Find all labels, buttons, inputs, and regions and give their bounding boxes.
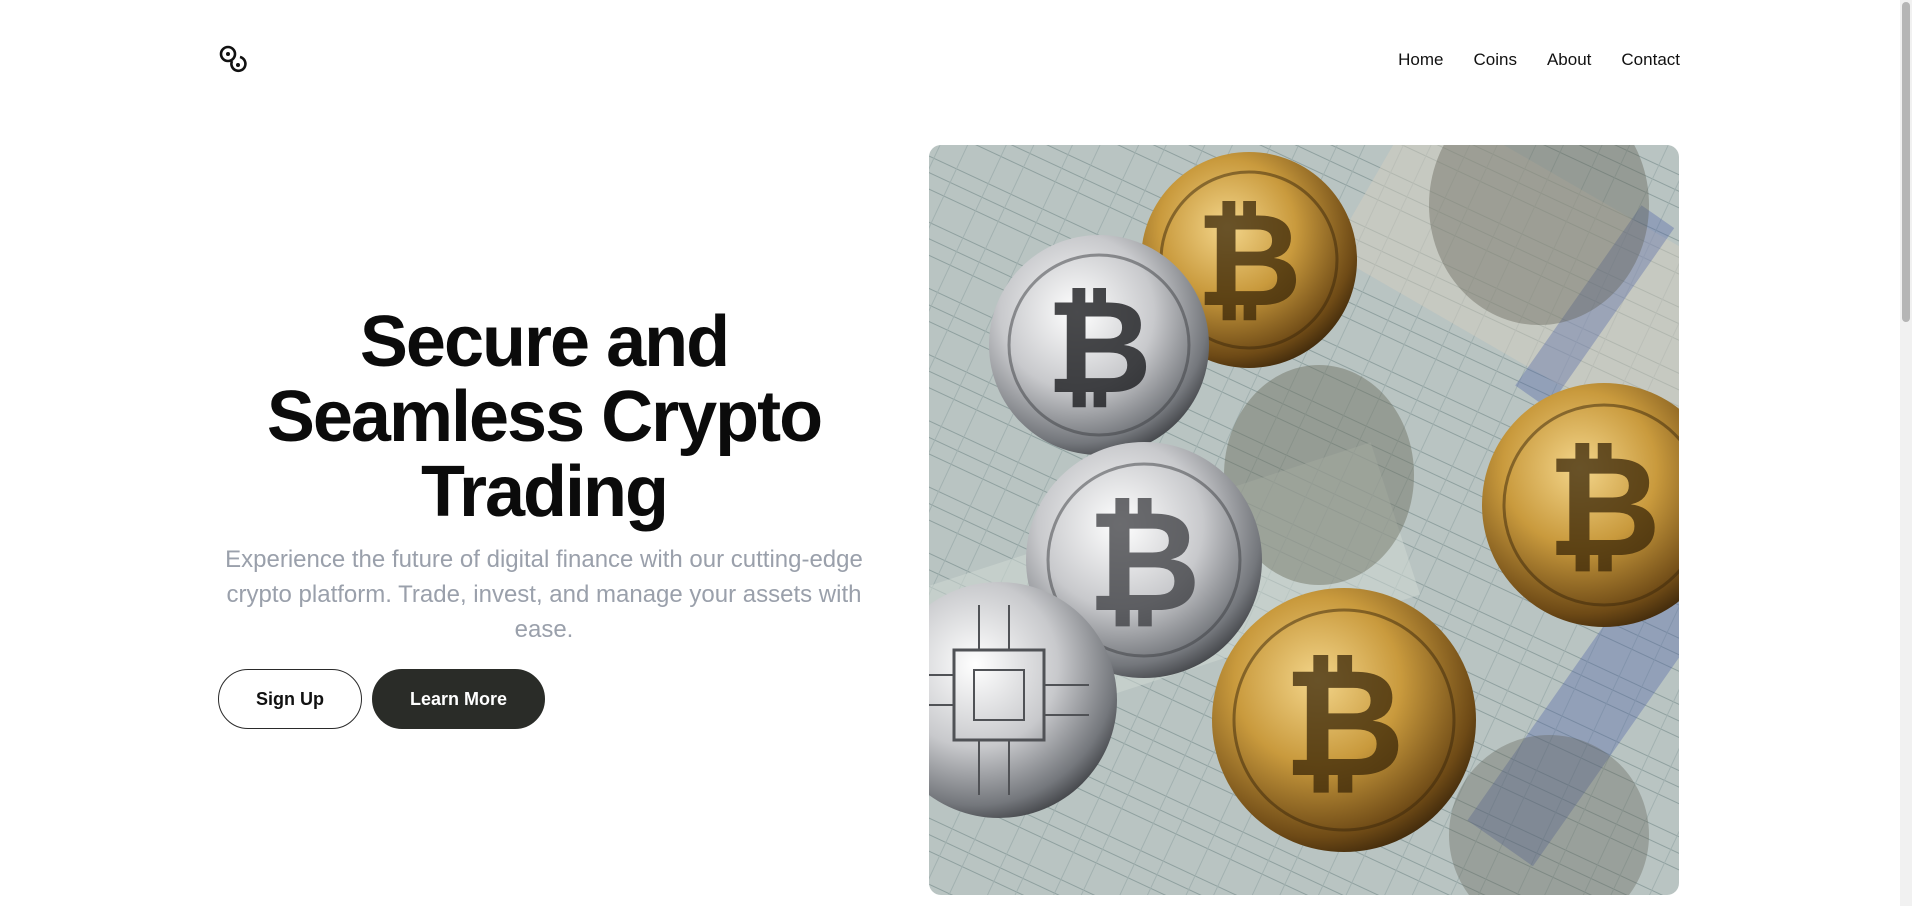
coins-logo-icon: [219, 45, 247, 73]
svg-text:₿: ₿: [1087, 481, 1201, 644]
hero-actions: Sign Up Learn More: [218, 669, 545, 729]
hero-title-line-2: Seamless Crypto: [266, 377, 823, 457]
svg-text:₿: ₿: [1283, 637, 1405, 811]
nav-link-home[interactable]: Home: [1398, 50, 1443, 70]
svg-text:₿: ₿: [1046, 271, 1152, 423]
bitcoin-coins-photo: ₿ ₿ ₿ ₿ ₿: [929, 145, 1679, 895]
hero-title-line-1: Secure and: [359, 302, 730, 382]
svg-text:₿: ₿: [1547, 426, 1661, 589]
gold-coin-bottom: ₿: [1212, 588, 1476, 852]
hero-subtitle: Experience the future of digital finance…: [225, 546, 863, 643]
landing-page: Home Coins About Contact Secure and Seam…: [0, 0, 1912, 906]
site-header: Home Coins About Contact: [218, 40, 1680, 80]
silver-coin-top-left: ₿: [989, 235, 1209, 455]
nav-link-contact[interactable]: Contact: [1621, 50, 1680, 70]
hero-image: ₿ ₿ ₿ ₿ ₿: [929, 145, 1679, 895]
page-scrollbar[interactable]: [1900, 0, 1912, 906]
main-nav: Home Coins About Contact: [1398, 50, 1680, 70]
nav-link-about[interactable]: About: [1547, 50, 1591, 70]
hero-text: Secure and Seamless Crypto Trading Exper…: [218, 305, 870, 647]
nav-link-coins[interactable]: Coins: [1474, 50, 1517, 70]
sign-up-button[interactable]: Sign Up: [218, 669, 362, 729]
hero-title-line-3: Trading: [420, 452, 669, 532]
scrollbar-thumb[interactable]: [1902, 2, 1910, 322]
logo-link[interactable]: [218, 44, 248, 76]
hero-title: Secure and Seamless Crypto Trading: [218, 305, 870, 530]
svg-text:₿: ₿: [1196, 184, 1302, 336]
learn-more-button[interactable]: Learn More: [372, 669, 545, 729]
